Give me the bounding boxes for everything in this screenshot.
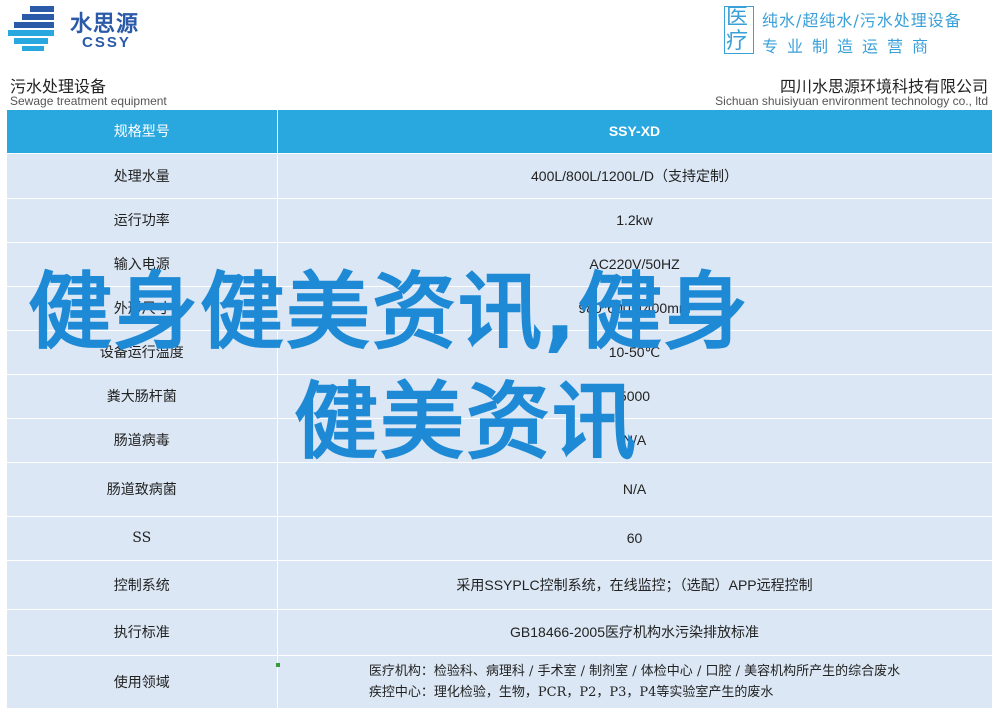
table-row: 执行标准 GB18466-2005医疗机构水污染排放标准 xyxy=(7,609,993,656)
header-label: 规格型号 xyxy=(7,110,278,154)
watermark-line-2: 健美资讯 xyxy=(294,373,639,471)
row-label: 运行功率 xyxy=(7,198,278,243)
row-value: 60 xyxy=(277,516,993,561)
row-label: SS xyxy=(7,516,278,561)
medical-badge-char-2: 疗 xyxy=(726,29,749,54)
green-marker xyxy=(276,663,280,667)
company-logo: 水思源 CSSY xyxy=(8,4,148,54)
row-label: 肠道致病菌 xyxy=(7,462,278,517)
row-value: 采用SSYPLC控制系统，在线监控；（选配）APP远程控制 xyxy=(277,560,993,610)
header-model: SSY-XD xyxy=(277,110,993,154)
slogan-products: 纯水/超纯水/污水处理设备 xyxy=(762,11,962,30)
water-stripes-logo-icon xyxy=(8,6,54,51)
row-label: 粪大肠杆菌 xyxy=(7,374,278,419)
row-label: 肠道病毒 xyxy=(7,418,278,463)
usage-medical: 医疗机构：检验科、病理科 / 手术室 / 制剂室 / 体检中心 / 口腔 / 美… xyxy=(368,663,901,679)
watermark-line-1: 健身健美资讯,健身 xyxy=(28,263,750,361)
medical-badge-char-1: 医 xyxy=(726,5,749,30)
logo-english-name: CSSY xyxy=(82,34,131,51)
slogan-operator: 专业制造运营商 xyxy=(762,37,938,56)
table-row: 使用领域 医疗机构：检验科、病理科 / 手术室 / 制剂室 / 体检中心 / 口… xyxy=(7,655,993,709)
row-value: GB18466-2005医疗机构水污染排放标准 xyxy=(277,609,993,656)
usage-cdc: 疾控中心：理化检验，生物，PCR，P2，P3，P4等实验室产生的废水 xyxy=(368,684,774,700)
table-row: 运行功率 1.2kw xyxy=(7,198,993,243)
table-row: 处理水量 400L/800L/1200L/D（支持定制） xyxy=(7,153,993,199)
row-label: 控制系统 xyxy=(7,560,278,610)
usage-field-text: 医疗机构：检验科、病理科 / 手术室 / 制剂室 / 体检中心 / 口腔 / 美… xyxy=(369,661,900,703)
row-value: 1.2kw xyxy=(277,198,993,243)
company-name-english: Sichuan shuisiyuan environment technolog… xyxy=(715,94,988,108)
row-label: 使用领域 xyxy=(7,655,278,709)
row-value-multiline: 医疗机构：检验科、病理科 / 手术室 / 制剂室 / 体检中心 / 口腔 / 美… xyxy=(277,655,993,709)
row-label: 处理水量 xyxy=(7,153,278,199)
table-header-row: 规格型号 SSY-XD xyxy=(7,110,993,154)
table-row: SS 60 xyxy=(7,516,993,561)
row-value: 400L/800L/1200L/D（支持定制） xyxy=(277,153,993,199)
product-title-english: Sewage treatment equipment xyxy=(10,94,167,108)
row-label: 执行标准 xyxy=(7,609,278,656)
table-row: 控制系统 采用SSYPLC控制系统，在线监控；（选配）APP远程控制 xyxy=(7,560,993,610)
